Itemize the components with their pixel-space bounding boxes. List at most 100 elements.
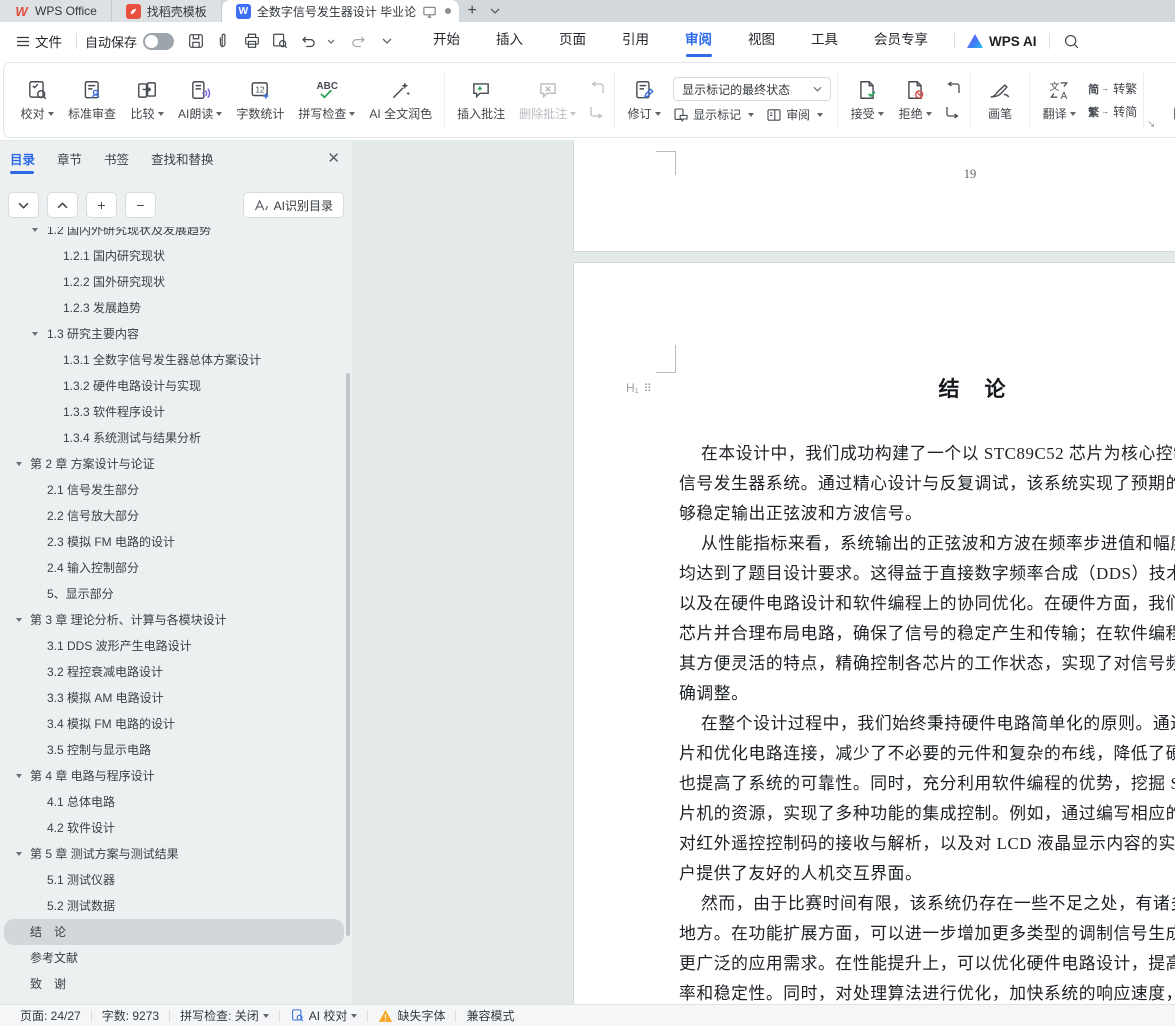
toc-item[interactable]: 1.3.2 硬件电路设计与实现 <box>4 373 344 399</box>
word-count-indicator[interactable]: 字数: 9273 <box>92 1007 169 1024</box>
expand-all-button[interactable] <box>47 192 78 218</box>
toc-item[interactable]: 1.3 研究主要内容 <box>4 321 344 347</box>
sidebar-tab[interactable]: 章节 <box>57 149 82 174</box>
toc-item[interactable]: 5.1 测试仪器 <box>4 867 344 893</box>
show-markup-button[interactable]: 显示标记 <box>673 106 754 123</box>
page-indicator[interactable]: 页面: 24/27 <box>10 1007 91 1024</box>
document-body[interactable]: 在本设计中，我们成功构建了一个以 STC89C52 芯片为核心控制 信号发生器系… <box>679 439 1175 1004</box>
undo-dropdown-chevron[interactable] <box>318 28 344 54</box>
wps-ai-button[interactable]: WPS AI <box>963 34 1041 49</box>
toc-item[interactable]: 5、显示部分 <box>4 581 344 607</box>
accept-change-button[interactable]: 接受 <box>844 75 890 126</box>
review-pane-button[interactable]: 审阅 <box>766 106 823 123</box>
toc-item[interactable]: 1.2.3 发展趋势 <box>4 295 344 321</box>
toc-item[interactable]: 2.4 输入控制部分 <box>4 555 344 581</box>
toc-item[interactable]: 5.2 测试数据 <box>4 893 344 919</box>
collapse-arrow-icon[interactable] <box>16 618 22 625</box>
translate-button[interactable]: 文A 翻译 <box>1036 75 1082 126</box>
toc-item[interactable]: 3.3 模拟 AM 电路设计 <box>4 685 344 711</box>
sidebar-tab[interactable]: 查找和替换 <box>151 149 214 174</box>
document-heading[interactable]: 结 论 <box>679 373 1175 403</box>
toc-item[interactable]: 第 2 章 方案设计与论证 <box>4 451 344 477</box>
restrict-edit-button[interactable]: 限制编辑 <box>1167 75 1175 126</box>
track-changes-button[interactable]: 修订 <box>621 75 667 126</box>
new-tab-button[interactable]: + <box>459 0 485 22</box>
delete-comment-button[interactable]: 删除批注 <box>513 75 582 126</box>
proofread-button[interactable]: 校对 <box>14 75 60 126</box>
sidebar-tab[interactable]: 目录 <box>10 149 35 174</box>
toc-item[interactable]: 1.3.4 系统测试与结果分析 <box>4 425 344 451</box>
tab-list-chevron-icon[interactable] <box>485 0 505 22</box>
collapse-all-button[interactable] <box>8 192 39 218</box>
tab-document[interactable]: W 全数字信号发生器设计 毕业论 <box>222 0 459 22</box>
word-count-button[interactable]: 12 字数统计 <box>230 75 290 126</box>
ai-recognize-toc-button[interactable]: AI识别目录 <box>243 192 344 218</box>
group-expander-icon[interactable]: ↘ <box>1147 119 1155 130</box>
toc-item[interactable]: 3.5 控制与显示电路 <box>4 737 344 763</box>
previous-change-button[interactable] <box>942 80 964 96</box>
menu-tab[interactable]: 会员专享 <box>870 22 932 60</box>
toc-item[interactable]: 第 5 章 测试方案与测试结果 <box>4 841 344 867</box>
ink-brush-button[interactable]: 画笔 <box>977 75 1023 126</box>
toc-item[interactable]: 1.3.3 软件程序设计 <box>4 399 344 425</box>
toc-item[interactable]: 3.2 程控衰减电路设计 <box>4 659 344 685</box>
to-traditional-button[interactable]: 简→ 转繁 <box>1088 80 1137 97</box>
spellcheck-status[interactable]: 拼写检查: 关闭 <box>170 1007 279 1024</box>
menu-tab[interactable]: 插入 <box>492 22 527 60</box>
menu-tab[interactable]: 页面 <box>555 22 590 60</box>
toc-item[interactable]: 1.3.1 全数字信号发生器总体方案设计 <box>4 347 344 373</box>
missing-font-warning[interactable]: 缺失字体 <box>368 1007 455 1024</box>
toc-item[interactable]: 2.2 信号放大部分 <box>4 503 344 529</box>
zoom-out-toc-button[interactable]: − <box>125 192 156 218</box>
collapse-arrow-icon[interactable] <box>32 332 38 339</box>
ai-read-aloud-button[interactable]: AI朗读 <box>172 75 228 126</box>
autosave-toggle[interactable] <box>143 33 174 50</box>
reject-change-button[interactable]: 拒绝 <box>892 75 938 126</box>
toc-item[interactable]: 2.3 模拟 FM 电路的设计 <box>4 529 344 555</box>
compatibility-mode-badge[interactable]: 兼容模式 <box>456 1007 524 1024</box>
print-preview-button[interactable] <box>267 28 293 54</box>
drag-handle-icon[interactable]: ⠿ <box>644 382 651 395</box>
toc-item[interactable]: 3.4 模拟 FM 电路的设计 <box>4 711 344 737</box>
ai-polish-button[interactable]: AI 全文润色 <box>363 75 438 126</box>
close-sidebar-icon[interactable]: ✕ <box>327 149 340 167</box>
previous-comment-button[interactable] <box>586 80 608 96</box>
ai-proofread-status[interactable]: AI 校对 <box>280 1007 368 1024</box>
print-button[interactable] <box>239 28 265 54</box>
document-page-20[interactable]: H₁ ⠿ 结 论 在本设计中，我们成功构建了一个以 STC89C52 芯片为核心… <box>573 262 1175 1004</box>
next-comment-button[interactable] <box>586 104 608 120</box>
to-simplified-button[interactable]: 繁→ 转简 <box>1088 103 1137 120</box>
export-button[interactable] <box>211 28 237 54</box>
search-button[interactable] <box>1059 28 1085 54</box>
spell-check-button[interactable]: ABC 拼写检查 <box>292 75 361 126</box>
screen-share-icon[interactable] <box>422 4 437 19</box>
toc-item[interactable]: 第 4 章 电路与程序设计 <box>4 763 344 789</box>
menu-tab[interactable]: 视图 <box>744 22 779 60</box>
insert-comment-button[interactable]: 插入批注 <box>451 75 511 126</box>
document-page-19[interactable]: 19 <box>573 140 1175 252</box>
collapse-arrow-icon[interactable] <box>32 228 38 235</box>
save-button[interactable] <box>183 28 209 54</box>
tab-docer-templates[interactable]: 找稻壳模板 <box>112 0 222 22</box>
menu-tab[interactable]: 开始 <box>429 22 464 60</box>
toc-item[interactable]: 4.1 总体电路 <box>4 789 344 815</box>
toc-item[interactable]: 1.2.2 国外研究现状 <box>4 269 344 295</box>
markup-state-select[interactable]: 显示标记的最终状态 <box>673 77 831 101</box>
document-canvas[interactable]: 19 H₁ ⠿ 结 论 在本设计中，我们成功构建了一个以 STC89C52 芯片… <box>352 140 1175 1004</box>
toc-item[interactable]: 第 3 章 理论分析、计算与各模块设计 <box>4 607 344 633</box>
collapse-arrow-icon[interactable] <box>16 462 22 469</box>
compare-button[interactable]: 比较 <box>124 75 170 126</box>
sidebar-scrollbar[interactable] <box>346 373 350 936</box>
collapse-arrow-icon[interactable] <box>16 774 22 781</box>
collapse-arrow-icon[interactable] <box>16 852 22 859</box>
toc-item[interactable]: 参考文献 <box>4 945 344 971</box>
tab-wps-office[interactable]: W WPS Office <box>0 0 112 22</box>
menu-tab[interactable]: 审阅 <box>681 22 716 60</box>
file-menu-button[interactable]: 文件 <box>10 31 68 51</box>
redo-dropdown-chevron[interactable] <box>374 28 400 54</box>
next-change-button[interactable] <box>942 104 964 120</box>
standard-review-button[interactable]: 标准审查 <box>62 75 122 126</box>
toc-item[interactable]: 结 论 <box>4 919 344 945</box>
toc-item[interactable]: 4.2 软件设计 <box>4 815 344 841</box>
heading-level-marker[interactable]: H₁ ⠿ <box>626 381 651 395</box>
